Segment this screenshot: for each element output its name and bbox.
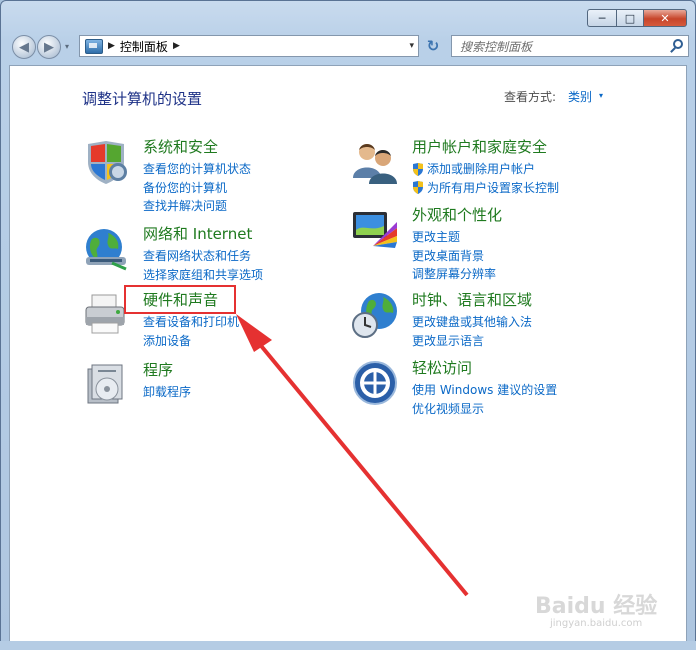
caption-buttons: ─ □ ✕: [587, 9, 687, 27]
minimize-button[interactable]: ─: [587, 9, 616, 27]
back-arrow-icon: ◀: [19, 39, 29, 55]
search-icon[interactable]: [673, 39, 683, 49]
search-input[interactable]: [458, 37, 662, 57]
forward-button[interactable]: ▶: [37, 35, 61, 59]
watermark-url: jingyan.baidu.com: [550, 618, 643, 629]
breadcrumb-separator-icon[interactable]: ▶: [173, 41, 180, 51]
forward-arrow-icon: ▶: [44, 39, 54, 55]
recent-pages-dropdown[interactable]: ▾: [65, 42, 69, 51]
breadcrumb-separator-icon[interactable]: ▶: [108, 41, 115, 51]
control-panel-icon: [85, 38, 103, 54]
annotation-arrow-icon: [236, 314, 469, 597]
window-bottom-edge: [0, 641, 696, 650]
maximize-button[interactable]: □: [616, 9, 643, 27]
address-dropdown-icon[interactable]: ▾: [409, 41, 414, 51]
refresh-icon: ↻: [426, 37, 440, 55]
search-box[interactable]: [451, 35, 689, 57]
close-button[interactable]: ✕: [643, 9, 687, 27]
navigation-bar: ◀ ▶ ▾ ▶ 控制面板 ▶ ▾ ↻: [9, 34, 689, 60]
watermark-logo: Baidu 经验: [535, 594, 658, 619]
control-panel-window: ─ □ ✕ ◀ ▶ ▾ ▶ 控制面板 ▶ ▾ ↻ 调整计算机的设置 查看方式: …: [0, 0, 696, 650]
breadcrumb-control-panel[interactable]: 控制面板: [120, 38, 168, 55]
content-pane: 调整计算机的设置 查看方式: 类别 ▾ 系统和安全 查看您的计算机状态 备份您的…: [9, 65, 687, 642]
refresh-button[interactable]: ↻: [423, 35, 443, 57]
address-bar[interactable]: ▶ 控制面板 ▶ ▾: [79, 35, 419, 57]
back-button[interactable]: ◀: [12, 35, 36, 59]
